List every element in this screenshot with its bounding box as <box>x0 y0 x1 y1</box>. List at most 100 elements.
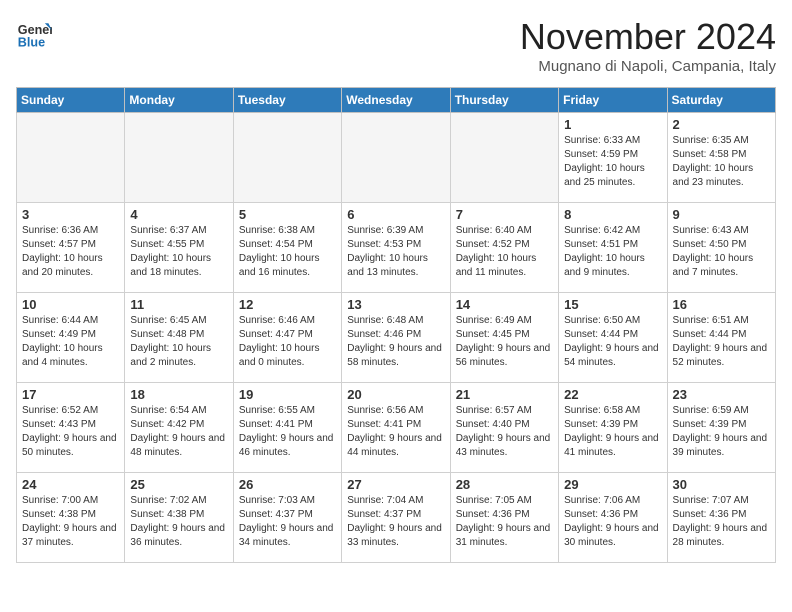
col-header-wednesday: Wednesday <box>342 88 450 113</box>
day-number: 7 <box>456 207 553 222</box>
day-info: Sunrise: 6:58 AM Sunset: 4:39 PM Dayligh… <box>564 404 661 460</box>
calendar-cell <box>450 113 558 203</box>
day-info: Sunrise: 6:51 AM Sunset: 4:44 PM Dayligh… <box>673 314 770 370</box>
week-row-2: 3Sunrise: 6:36 AM Sunset: 4:57 PM Daylig… <box>17 203 776 293</box>
calendar-cell: 21 Sunrise: 6:57 AM Sunset: 4:40 PM Dayli… <box>450 383 558 473</box>
day-number: 30 <box>673 477 770 492</box>
col-header-sunday: Sunday <box>17 88 125 113</box>
calendar-cell: 14 Sunrise: 6:49 AM Sunset: 4:45 PM Dayli… <box>450 293 558 383</box>
day-info: Sunrise: 6:35 AM Sunset: 4:58 PM Dayligh… <box>673 134 770 190</box>
calendar-cell: 3Sunrise: 6:36 AM Sunset: 4:57 PM Daylig… <box>17 203 125 293</box>
location-subtitle: Mugnano di Napoli, Campania, Italy <box>520 58 776 75</box>
day-info: Sunrise: 6:55 AM Sunset: 4:41 PM Dayligh… <box>239 404 336 460</box>
week-row-3: 10 Sunrise: 6:44 AM Sunset: 4:49 PM Dayli… <box>17 293 776 383</box>
logo-icon: General Blue <box>16 16 52 52</box>
day-number: 18 <box>130 387 227 402</box>
calendar-cell <box>233 113 341 203</box>
calendar-cell: 29Sunrise: 7:06 AM Sunset: 4:36 PM Dayli… <box>559 473 667 563</box>
day-info: Sunrise: 6:40 AM Sunset: 4:52 PM Dayligh… <box>456 224 553 280</box>
header-row: SundayMondayTuesdayWednesdayThursdayFrid… <box>17 88 776 113</box>
day-number: 13 <box>347 297 444 312</box>
col-header-thursday: Thursday <box>450 88 558 113</box>
calendar-cell: 19 Sunrise: 6:55 AM Sunset: 4:41 PM Dayli… <box>233 383 341 473</box>
col-header-tuesday: Tuesday <box>233 88 341 113</box>
day-info: Sunrise: 6:42 AM Sunset: 4:51 PM Dayligh… <box>564 224 661 280</box>
day-info: Sunrise: 6:38 AM Sunset: 4:54 PM Dayligh… <box>239 224 336 280</box>
day-number: 12 <box>239 297 336 312</box>
calendar-cell: 17Sunrise: 6:52 AM Sunset: 4:43 PM Dayli… <box>17 383 125 473</box>
day-number: 20 <box>347 387 444 402</box>
day-info: Sunrise: 7:02 AM Sunset: 4:38 PM Dayligh… <box>130 494 227 550</box>
month-title: November 2024 <box>520 16 776 58</box>
day-info: Sunrise: 7:06 AM Sunset: 4:36 PM Dayligh… <box>564 494 661 550</box>
calendar-cell: 20 Sunrise: 6:56 AM Sunset: 4:41 PM Dayli… <box>342 383 450 473</box>
day-info: Sunrise: 6:48 AM Sunset: 4:46 PM Dayligh… <box>347 314 444 370</box>
calendar-cell: 11 Sunrise: 6:45 AM Sunset: 4:48 PM Dayli… <box>125 293 233 383</box>
day-info: Sunrise: 6:59 AM Sunset: 4:39 PM Dayligh… <box>673 404 770 460</box>
day-number: 6 <box>347 207 444 222</box>
svg-text:Blue: Blue <box>18 36 45 50</box>
day-info: Sunrise: 7:03 AM Sunset: 4:37 PM Dayligh… <box>239 494 336 550</box>
day-number: 24 <box>22 477 119 492</box>
day-info: Sunrise: 6:45 AM Sunset: 4:48 PM Dayligh… <box>130 314 227 370</box>
day-info: Sunrise: 6:52 AM Sunset: 4:43 PM Dayligh… <box>22 404 119 460</box>
calendar-cell: 12 Sunrise: 6:46 AM Sunset: 4:47 PM Dayli… <box>233 293 341 383</box>
day-info: Sunrise: 6:43 AM Sunset: 4:50 PM Dayligh… <box>673 224 770 280</box>
day-number: 11 <box>130 297 227 312</box>
calendar-cell: 25 Sunrise: 7:02 AM Sunset: 4:38 PM Dayli… <box>125 473 233 563</box>
calendar-cell: 4 Sunrise: 6:37 AM Sunset: 4:55 PM Daylig… <box>125 203 233 293</box>
calendar-cell: 2 Sunrise: 6:35 AM Sunset: 4:58 PM Daylig… <box>667 113 775 203</box>
calendar-cell: 10 Sunrise: 6:44 AM Sunset: 4:49 PM Dayli… <box>17 293 125 383</box>
day-number: 16 <box>673 297 770 312</box>
col-header-friday: Friday <box>559 88 667 113</box>
day-number: 2 <box>673 117 770 132</box>
day-info: Sunrise: 7:05 AM Sunset: 4:36 PM Dayligh… <box>456 494 553 550</box>
day-info: Sunrise: 6:57 AM Sunset: 4:40 PM Dayligh… <box>456 404 553 460</box>
calendar-cell: 5 Sunrise: 6:38 AM Sunset: 4:54 PM Daylig… <box>233 203 341 293</box>
calendar-cell: 6 Sunrise: 6:39 AM Sunset: 4:53 PM Daylig… <box>342 203 450 293</box>
calendar-cell: 18 Sunrise: 6:54 AM Sunset: 4:42 PM Dayli… <box>125 383 233 473</box>
calendar-cell <box>342 113 450 203</box>
day-number: 10 <box>22 297 119 312</box>
page-header: General Blue November 2024 Mugnano di Na… <box>16 16 776 75</box>
calendar-cell: 7 Sunrise: 6:40 AM Sunset: 4:52 PM Daylig… <box>450 203 558 293</box>
col-header-monday: Monday <box>125 88 233 113</box>
day-number: 21 <box>456 387 553 402</box>
title-block: November 2024 Mugnano di Napoli, Campani… <box>520 16 776 75</box>
day-info: Sunrise: 6:44 AM Sunset: 4:49 PM Dayligh… <box>22 314 119 370</box>
day-info: Sunrise: 6:36 AM Sunset: 4:57 PM Dayligh… <box>22 224 119 280</box>
calendar-cell: 15Sunrise: 6:50 AM Sunset: 4:44 PM Dayli… <box>559 293 667 383</box>
day-info: Sunrise: 7:07 AM Sunset: 4:36 PM Dayligh… <box>673 494 770 550</box>
day-info: Sunrise: 6:54 AM Sunset: 4:42 PM Dayligh… <box>130 404 227 460</box>
calendar-cell: 13 Sunrise: 6:48 AM Sunset: 4:46 PM Dayli… <box>342 293 450 383</box>
day-info: Sunrise: 7:00 AM Sunset: 4:38 PM Dayligh… <box>22 494 119 550</box>
day-info: Sunrise: 6:37 AM Sunset: 4:55 PM Dayligh… <box>130 224 227 280</box>
week-row-5: 24 Sunrise: 7:00 AM Sunset: 4:38 PM Dayli… <box>17 473 776 563</box>
day-number: 15 <box>564 297 661 312</box>
day-info: Sunrise: 6:39 AM Sunset: 4:53 PM Dayligh… <box>347 224 444 280</box>
calendar-cell: 9 Sunrise: 6:43 AM Sunset: 4:50 PM Daylig… <box>667 203 775 293</box>
day-info: Sunrise: 7:04 AM Sunset: 4:37 PM Dayligh… <box>347 494 444 550</box>
calendar-cell: 24 Sunrise: 7:00 AM Sunset: 4:38 PM Dayli… <box>17 473 125 563</box>
day-number: 19 <box>239 387 336 402</box>
day-number: 1 <box>564 117 661 132</box>
week-row-1: 1Sunrise: 6:33 AM Sunset: 4:59 PM Daylig… <box>17 113 776 203</box>
day-number: 5 <box>239 207 336 222</box>
day-number: 25 <box>130 477 227 492</box>
day-info: Sunrise: 6:49 AM Sunset: 4:45 PM Dayligh… <box>456 314 553 370</box>
calendar-cell: 23Sunrise: 6:59 AM Sunset: 4:39 PM Dayli… <box>667 383 775 473</box>
day-info: Sunrise: 6:46 AM Sunset: 4:47 PM Dayligh… <box>239 314 336 370</box>
day-info: Sunrise: 6:56 AM Sunset: 4:41 PM Dayligh… <box>347 404 444 460</box>
calendar-cell: 8 Sunrise: 6:42 AM Sunset: 4:51 PM Daylig… <box>559 203 667 293</box>
calendar-cell <box>17 113 125 203</box>
day-number: 8 <box>564 207 661 222</box>
day-number: 22 <box>564 387 661 402</box>
calendar-cell: 22 Sunrise: 6:58 AM Sunset: 4:39 PM Dayli… <box>559 383 667 473</box>
day-number: 14 <box>456 297 553 312</box>
day-number: 26 <box>239 477 336 492</box>
day-number: 4 <box>130 207 227 222</box>
week-row-4: 17Sunrise: 6:52 AM Sunset: 4:43 PM Dayli… <box>17 383 776 473</box>
calendar-cell: 1Sunrise: 6:33 AM Sunset: 4:59 PM Daylig… <box>559 113 667 203</box>
day-number: 9 <box>673 207 770 222</box>
calendar-table: SundayMondayTuesdayWednesdayThursdayFrid… <box>16 87 776 563</box>
